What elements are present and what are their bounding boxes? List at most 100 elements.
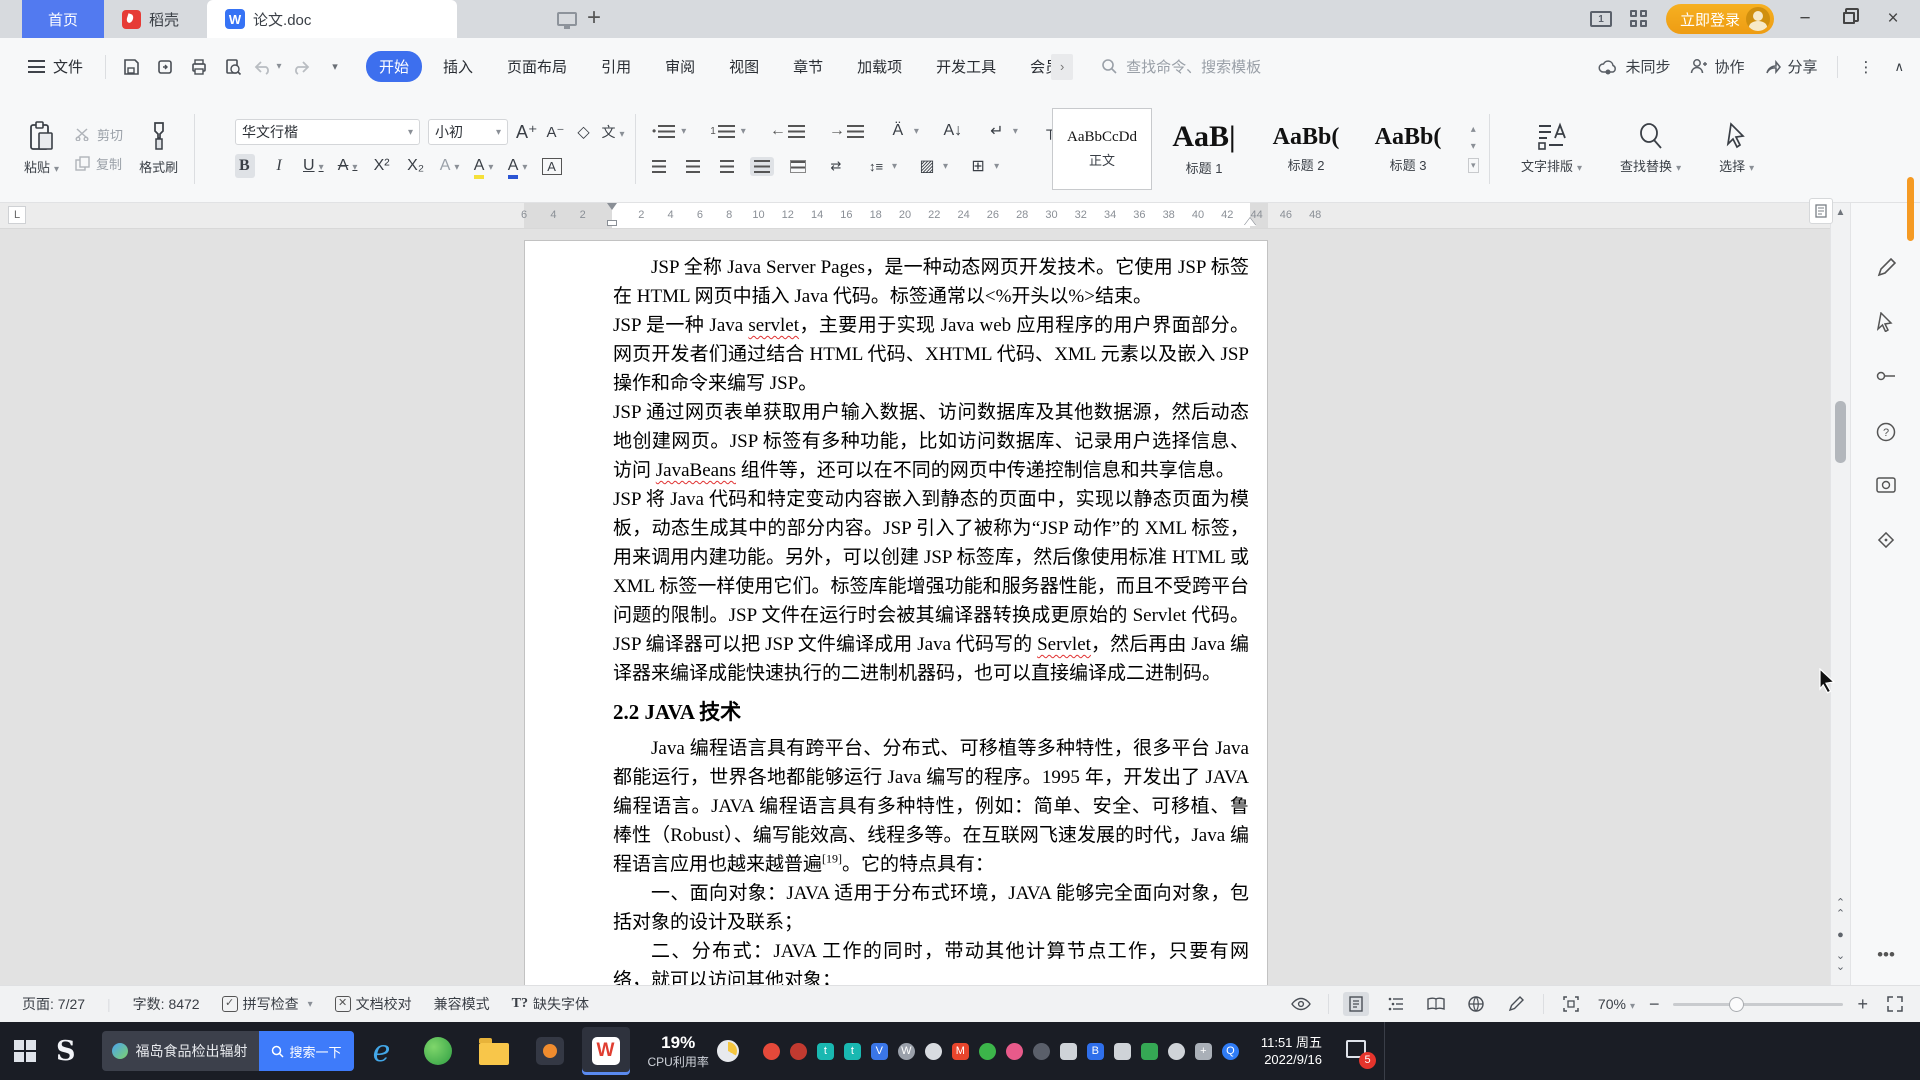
taskbar-search[interactable]: 福岛食品检出辐射 搜索一下 xyxy=(101,1031,354,1071)
char-border-button[interactable]: A xyxy=(541,157,562,175)
align-right-icon[interactable] xyxy=(716,157,738,176)
edit-pen-icon[interactable] xyxy=(1869,251,1903,285)
format-painter-button[interactable]: 格式刷 xyxy=(133,117,184,180)
file-menu[interactable]: 文件 xyxy=(53,56,83,77)
paste-button[interactable]: 粘贴 ▾ xyxy=(18,117,65,180)
next-page-button[interactable]: ⌄ ⌄ xyxy=(1831,951,1850,973)
undo-dropdown[interactable]: ▾ xyxy=(277,61,282,72)
page-nav-dot[interactable]: ● xyxy=(1831,930,1850,941)
tab-selector-icon[interactable]: L xyxy=(8,206,26,224)
menu-tab-开发工具[interactable]: 开发工具 xyxy=(923,51,1009,82)
show-desktop-button[interactable] xyxy=(1384,1022,1392,1080)
phonetic-guide-icon[interactable]: Ä ▾ xyxy=(884,119,923,143)
zoom-slider[interactable] xyxy=(1673,996,1844,1012)
mobile-view-button[interactable] xyxy=(557,0,578,38)
zoom-out-icon[interactable]: − xyxy=(1649,994,1660,1015)
first-line-indent-marker[interactable] xyxy=(607,203,617,210)
left-indent-marker[interactable] xyxy=(607,220,617,226)
text-layout-button[interactable]: 文字排版 ▾ xyxy=(1515,118,1588,179)
zoom-level[interactable]: 70% ▾ xyxy=(1598,996,1635,1012)
start-button[interactable] xyxy=(14,1040,36,1062)
notification-center-button[interactable]: 5 xyxy=(1346,1039,1377,1069)
search-go-button[interactable]: 搜索一下 xyxy=(259,1031,354,1071)
numbered-list-icon[interactable]: 1 ▾ xyxy=(706,122,750,141)
save-button[interactable] xyxy=(114,52,148,82)
font-color-button[interactable]: A ▾ xyxy=(507,157,528,179)
print-button[interactable] xyxy=(182,52,216,82)
compat-mode[interactable]: 兼容模式 xyxy=(434,994,490,1014)
justify-icon[interactable] xyxy=(750,156,774,176)
tray-phone[interactable] xyxy=(1113,1042,1131,1060)
shading-icon[interactable]: ▨ ▾ xyxy=(913,153,952,179)
collapse-ribbon-icon[interactable]: ∧ xyxy=(1894,59,1904,75)
tray-dark-circle[interactable] xyxy=(1032,1042,1050,1060)
taskbar-app-ie[interactable]: e xyxy=(358,1027,406,1075)
tray-teal-t-2[interactable]: t xyxy=(843,1042,861,1060)
ruler-toggle-button[interactable] xyxy=(1809,198,1833,224)
fit-page-icon[interactable] xyxy=(1558,992,1584,1016)
find-replace-button[interactable]: 查找替换 ▾ xyxy=(1614,118,1687,179)
redo-button[interactable] xyxy=(284,52,318,82)
help-icon[interactable]: ? xyxy=(1869,415,1903,449)
eye-protect-icon[interactable] xyxy=(1288,992,1314,1016)
bold-button[interactable]: B xyxy=(235,154,255,178)
undo-button[interactable]: ▾ xyxy=(250,52,284,82)
menu-tab-插入[interactable]: 插入 xyxy=(430,51,486,82)
tray-red-circle[interactable] xyxy=(762,1042,780,1060)
extract-clip-icon[interactable] xyxy=(1869,359,1903,393)
tray-plus[interactable]: + xyxy=(1194,1042,1212,1060)
tray-bell[interactable] xyxy=(924,1042,942,1060)
tray-light-car[interactable] xyxy=(1059,1042,1077,1060)
tray-gray-w[interactable]: W xyxy=(897,1042,915,1060)
ocr-image-icon[interactable] xyxy=(1869,469,1903,503)
tab-home[interactable]: 首页 xyxy=(22,0,105,38)
tray-green-circle[interactable] xyxy=(978,1042,996,1060)
collaborate-button[interactable]: 协作 xyxy=(1690,56,1744,77)
more-tabs-button[interactable]: › xyxy=(1051,53,1074,80)
print-preview-button[interactable] xyxy=(216,52,250,82)
tray-teal-t-1[interactable]: t xyxy=(816,1042,834,1060)
outline-view-icon[interactable] xyxy=(1383,992,1409,1016)
tray-blue-shield[interactable]: V xyxy=(870,1042,888,1060)
underline-button[interactable]: U ▾ xyxy=(303,157,324,175)
quickbar-more-button[interactable]: ▾ xyxy=(318,52,352,82)
hamburger-icon[interactable] xyxy=(28,60,45,73)
missing-font-button[interactable]: T? 缺失字体 xyxy=(512,994,589,1014)
integration-mode-icon[interactable]: 1 xyxy=(1589,11,1612,27)
scroll-up-icon[interactable]: ▲ xyxy=(1831,203,1850,222)
align-center-icon[interactable] xyxy=(682,157,704,176)
decrease-font-icon[interactable]: A⁻ xyxy=(546,123,566,141)
style-正文[interactable]: AaBbCcDd 正文 xyxy=(1052,107,1152,190)
vertical-scrollbar[interactable]: ▲ ⌃ ⌃ ● ⌄ ⌄ xyxy=(1809,198,1850,985)
ink-pen-icon[interactable] xyxy=(1503,992,1529,1016)
web-view-icon[interactable] xyxy=(1463,992,1489,1016)
select-cursor-icon[interactable] xyxy=(1869,305,1903,339)
tray-darkred-circle[interactable] xyxy=(789,1042,807,1060)
more-menu-icon[interactable]: ⋮ xyxy=(1858,58,1874,76)
select-button[interactable]: 选择 ▾ xyxy=(1713,118,1760,179)
page-indicator[interactable]: 页面: 7/27 xyxy=(22,994,85,1014)
cut-button[interactable]: 剪切 xyxy=(75,125,123,144)
sync-status[interactable]: 未同步 xyxy=(1597,56,1670,77)
menu-tab-页面布局[interactable]: 页面布局 xyxy=(494,51,580,82)
document-page[interactable]: JSP 全称 Java Server Pages，是一种动态网页开发技术。它使用… xyxy=(524,240,1268,985)
line-spacing-icon[interactable]: ↕≡ ▾ xyxy=(862,156,901,177)
borders-icon[interactable]: ⊞ ▾ xyxy=(964,153,1003,179)
zoom-in-icon[interactable]: + xyxy=(1857,994,1868,1015)
share-button[interactable]: 分享 xyxy=(1764,56,1817,77)
previous-page-button[interactable]: ⌃ ⌃ xyxy=(1831,898,1850,920)
read-mode-icon[interactable] xyxy=(1423,992,1449,1016)
menu-tab-开始[interactable]: 开始 xyxy=(366,51,423,82)
tray-blue-q[interactable]: Q xyxy=(1221,1042,1239,1060)
font-name-select[interactable]: 华文行楷 ▾ xyxy=(235,119,420,145)
styles-scroll-down-icon[interactable]: ▾ xyxy=(1471,141,1476,152)
strikethrough-button[interactable]: A ▾ xyxy=(338,157,358,175)
font-size-select[interactable]: 小初 ▾ xyxy=(428,119,508,145)
cpu-monitor-widget[interactable]: 19% CPU利用率 xyxy=(648,1033,739,1070)
command-search[interactable]: 查找命令、搜索模板 xyxy=(1101,56,1261,77)
text-effects-button[interactable]: A ▾ xyxy=(440,157,460,175)
scrollbar-thumb[interactable] xyxy=(1835,401,1846,463)
tab-document[interactable]: W 论文.doc xyxy=(207,0,458,38)
style-标题 2[interactable]: AaBb(标题 2 xyxy=(1256,108,1356,190)
zoom-slider-handle[interactable] xyxy=(1729,996,1745,1012)
